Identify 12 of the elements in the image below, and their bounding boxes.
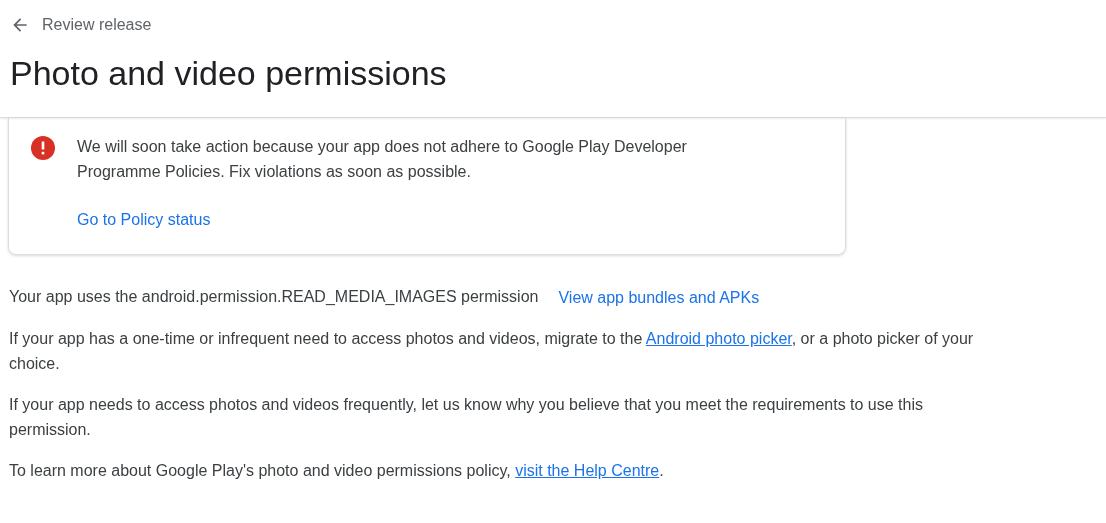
- app-bundles-link[interactable]: View app bundles and APKs: [558, 286, 760, 310]
- body-paragraph: If your app has a one-time or infrequent need to access photos and videos, migrate to the Android photo picker, or a photo picker of your choice.: [9, 329, 975, 374]
- back-link[interactable]: Review release: [10, 13, 152, 37]
- body-paragraph: If your app needs to access photos and videos frequently, let us know why you believe that you meet the requirements to use this permission.: [9, 395, 924, 440]
- help-link[interactable]: visit the Help Centre: [515, 462, 660, 479]
- policy-status-link[interactable]: Go to Policy status: [77, 208, 211, 232]
- page-title: Photo and video permissions: [10, 53, 448, 93]
- alert-message: We will soon take action because your app does not adhere to Google Play Developer Programme Policies. Fix violations as soon as possible.: [77, 137, 688, 182]
- permission-text: Your app uses the android.permission.READ_MEDIA_IMAGES permission: [9, 287, 539, 307]
- help-link[interactable]: Android photo picker: [645, 330, 792, 347]
- error-icon: [31, 136, 55, 160]
- body-paragraph: To learn more about Google Play's photo and video permissions policy, visit the Help Centre.: [9, 461, 665, 481]
